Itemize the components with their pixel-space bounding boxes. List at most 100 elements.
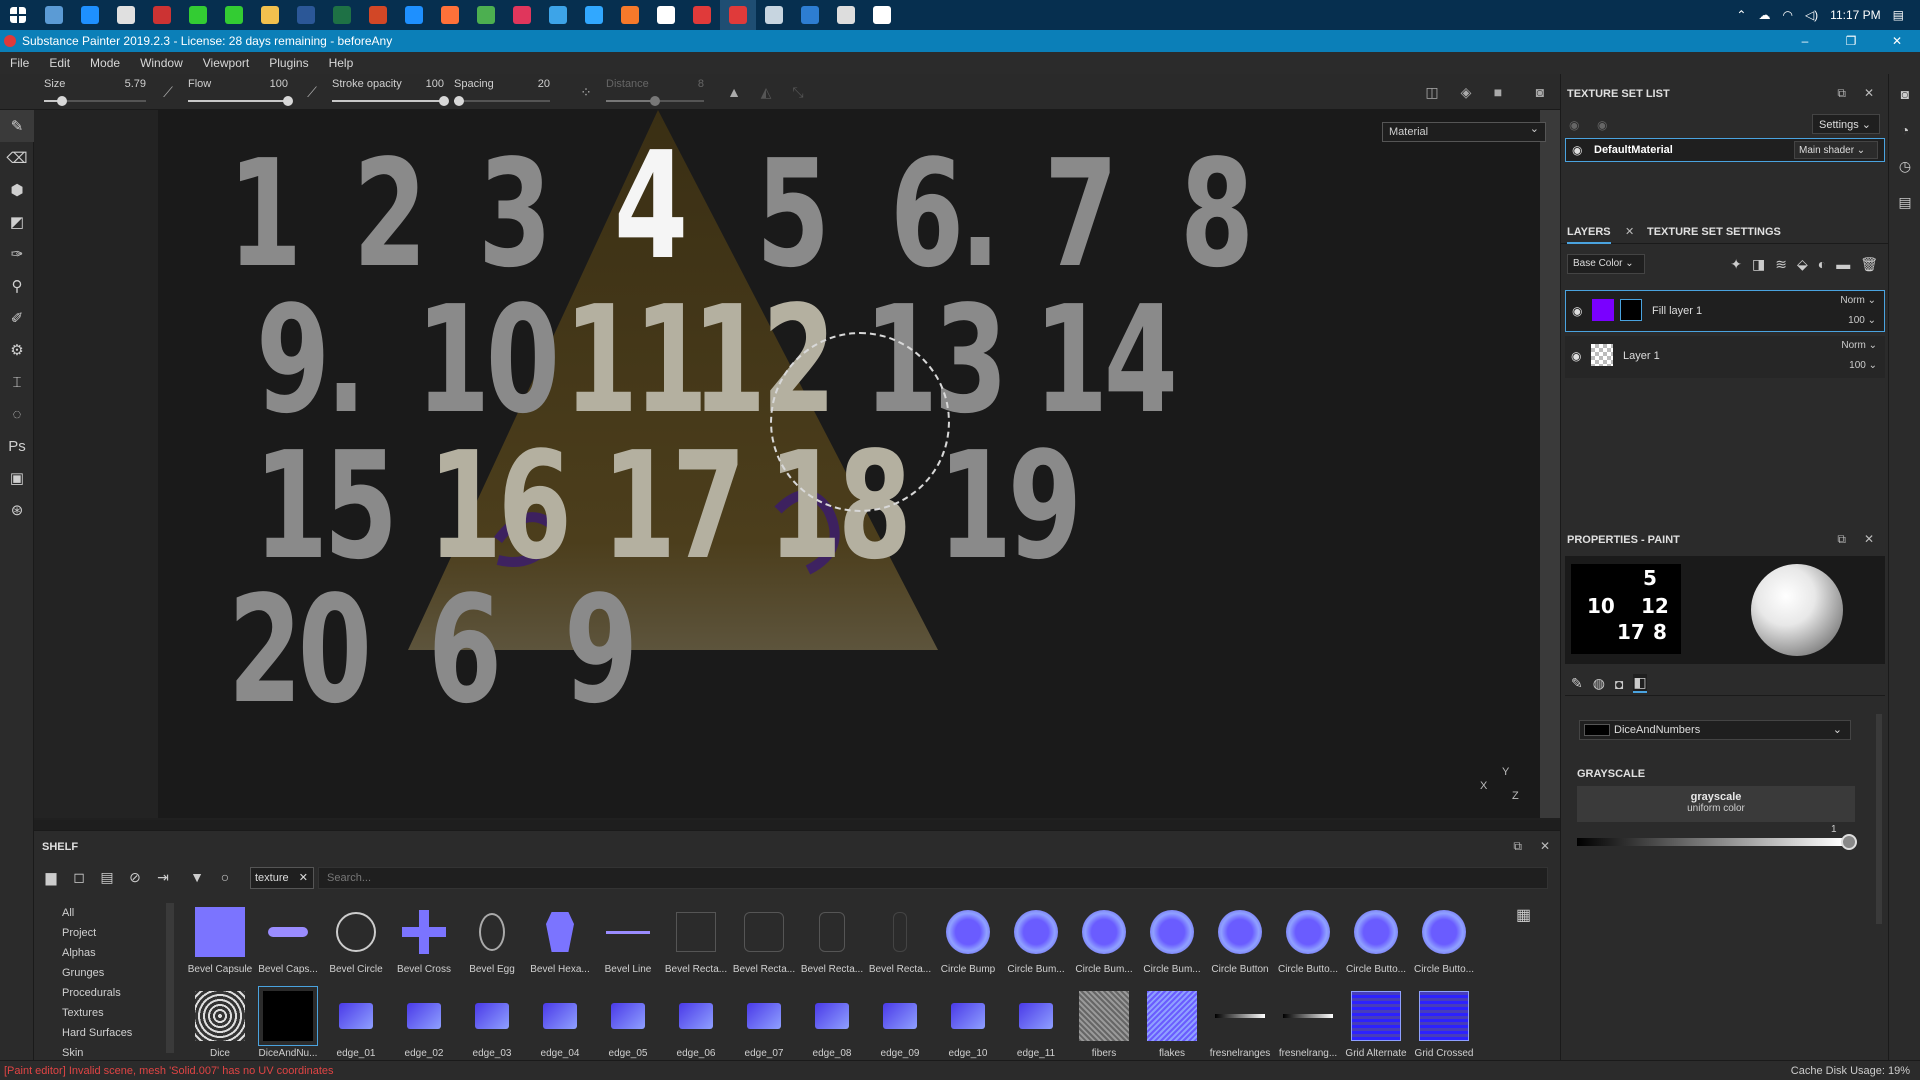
shelf-item[interactable]: edge_11 xyxy=(1002,987,1070,1065)
steam-icon[interactable] xyxy=(756,0,792,30)
eye-icon[interactable]: ◉ xyxy=(1571,349,1581,363)
shelf-item[interactable]: fresnelranges xyxy=(1206,987,1274,1065)
paint-brush-icon[interactable]: ✎ xyxy=(0,110,34,142)
minimize-button[interactable]: – xyxy=(1782,30,1828,52)
app-icon[interactable] xyxy=(828,0,864,30)
grayscale-source-button[interactable]: grayscale uniform color xyxy=(1577,786,1855,822)
close-icon[interactable]: ✕ xyxy=(1864,532,1874,547)
distance-value[interactable]: 8 xyxy=(698,78,704,90)
shelf-item[interactable]: Bevel Capsule xyxy=(186,903,254,981)
folder-icon[interactable]: ▆ xyxy=(40,866,62,888)
shelf-search-input[interactable]: Search... xyxy=(318,867,1548,889)
effects-icon[interactable]: ✦ xyxy=(1730,256,1742,273)
smudge-icon[interactable]: ✑ xyxy=(0,238,34,270)
spacing-value[interactable]: 20 xyxy=(538,78,550,90)
app-icon[interactable] xyxy=(72,0,108,30)
shelf-item[interactable]: Bevel Egg xyxy=(458,903,526,981)
camera-icon[interactable]: ■ xyxy=(1488,82,1508,102)
slider-knob[interactable] xyxy=(439,96,449,106)
app-icon[interactable] xyxy=(144,0,180,30)
hide-icon[interactable]: ⊘ xyxy=(124,866,146,888)
menu-mode[interactable]: Mode xyxy=(80,56,130,70)
pen-pressure-icon[interactable]: ⟋ xyxy=(302,82,322,102)
filter-icon[interactable]: ▼ xyxy=(186,866,208,888)
add-mask-icon[interactable]: ◨ xyxy=(1752,256,1765,273)
shelf-item[interactable]: Grid Alternate xyxy=(1342,987,1410,1065)
projection-icon[interactable]: ⬢ xyxy=(0,174,34,206)
close-button[interactable]: ✕ xyxy=(1874,30,1920,52)
tab-texture-set-settings[interactable]: TEXTURE SET SETTINGS xyxy=(1647,226,1781,238)
add-fill-icon[interactable]: ⬙ xyxy=(1797,256,1808,273)
alpha-tab-icon[interactable]: ◍ xyxy=(1593,675,1605,692)
flow-slider[interactable]: Flow 100 xyxy=(188,78,293,106)
maximize-button[interactable]: ❐ xyxy=(1828,30,1874,52)
float-panel-icon[interactable]: ⧉ xyxy=(1513,839,1522,854)
blend-mode-dropdown[interactable]: Norm ⌄ xyxy=(1840,295,1876,306)
camera-split-icon[interactable]: ◫ xyxy=(1422,82,1442,102)
lazy-mouse-icon[interactable]: ⁘ xyxy=(576,82,596,102)
firefox-icon[interactable] xyxy=(432,0,468,30)
menu-help[interactable]: Help xyxy=(319,56,364,70)
viewport-mode-select[interactable]: Material xyxy=(1382,122,1546,142)
app-icon[interactable] xyxy=(864,0,900,30)
unity-icon[interactable] xyxy=(648,0,684,30)
viewport[interactable]: 1 2 3 4 5 6. 7 8 9. 10 11 12 13 14 15 16 17 18 19 20 6 9 Mate… xyxy=(34,110,1560,820)
shelf-item[interactable]: edge_05 xyxy=(594,987,662,1065)
transform-icon[interactable]: ⤡ xyxy=(788,82,808,102)
brush-tab-icon[interactable]: ✎ xyxy=(1571,675,1583,692)
float-panel-icon[interactable]: ⧉ xyxy=(1837,532,1846,547)
shelf-category[interactable]: Project xyxy=(50,923,160,943)
render-icon[interactable]: ◌ xyxy=(0,398,34,430)
shelf-item[interactable]: fresnelrang... xyxy=(1274,987,1342,1065)
layer-row-paint-layer[interactable]: ◉ Layer 1 Norm ⌄ 100 ⌄ xyxy=(1565,336,1885,378)
clone-stamp-icon[interactable]: ⚲ xyxy=(0,270,34,302)
polygon-fill-icon[interactable]: ◩ xyxy=(0,206,34,238)
shelf-item[interactable]: edge_08 xyxy=(798,987,866,1065)
shelf-item[interactable]: Bevel Recta... xyxy=(866,903,934,981)
display-settings-icon[interactable]: ◔ xyxy=(1889,114,1920,146)
shelf-item[interactable]: Bevel Line xyxy=(594,903,662,981)
settings-dropdown[interactable]: Settings ⌄ xyxy=(1812,114,1880,134)
blender-icon[interactable] xyxy=(612,0,648,30)
slider-knob[interactable] xyxy=(650,96,660,106)
app-icon[interactable] xyxy=(792,0,828,30)
add-folder-icon[interactable]: ▬ xyxy=(1836,256,1850,273)
eraser-icon[interactable]: ⌫ xyxy=(0,142,34,174)
app-icon[interactable] xyxy=(36,0,72,30)
shelf-item[interactable]: Circle Butto... xyxy=(1342,903,1410,981)
layer-mask-thumbnail[interactable] xyxy=(1620,299,1642,321)
shelf-item[interactable]: Circle Bump xyxy=(934,903,1002,981)
chevron-up-icon[interactable]: ⌃ xyxy=(1736,8,1746,22)
eye-icon[interactable]: ◉ xyxy=(1572,304,1582,318)
close-tab-icon[interactable]: ✕ xyxy=(1625,225,1634,238)
pen-pressure-icon[interactable]: ⟋ xyxy=(158,82,178,102)
shelf-item[interactable]: edge_07 xyxy=(730,987,798,1065)
stencil-icon[interactable]: ◭ xyxy=(756,82,776,102)
stencil-tab-icon[interactable]: ◘ xyxy=(1615,676,1623,692)
cube-view-icon[interactable]: ◈ xyxy=(1456,82,1476,102)
stroke-opacity-value[interactable]: 100 xyxy=(426,78,444,90)
slider-knob[interactable] xyxy=(453,96,464,106)
shelf-item[interactable]: Bevel Cross xyxy=(390,903,458,981)
delete-icon[interactable]: 🗑 xyxy=(1860,256,1878,273)
shelf-item[interactable]: edge_06 xyxy=(662,987,730,1065)
menu-edit[interactable]: Edit xyxy=(39,56,80,70)
material-tab-icon[interactable]: ◧ xyxy=(1633,674,1647,693)
app-icon[interactable] xyxy=(216,0,252,30)
clock[interactable]: 11:17 PM xyxy=(1830,8,1880,22)
remove-filter-icon[interactable]: ✕ xyxy=(299,871,308,884)
blend-mode-dropdown[interactable]: Norm ⌄ xyxy=(1841,340,1877,351)
refresh-icon[interactable]: ○ xyxy=(214,866,236,888)
opacity-value[interactable]: 100 ⌄ xyxy=(1849,360,1877,371)
new-folder-icon[interactable]: ◻ xyxy=(68,866,90,888)
menu-window[interactable]: Window xyxy=(130,56,193,70)
shelf-item[interactable]: Bevel Hexa... xyxy=(526,903,594,981)
bake-icon[interactable]: ⚙ xyxy=(0,334,34,366)
eye-icon[interactable]: ◉ xyxy=(1572,143,1582,157)
texture-dropdown[interactable]: DiceAndNumbers ⌄ xyxy=(1579,720,1851,740)
shelf-item[interactable]: Bevel Recta... xyxy=(730,903,798,981)
screenshot-icon[interactable]: ◙ xyxy=(1530,82,1550,102)
chrome-icon[interactable] xyxy=(468,0,504,30)
word-icon[interactable] xyxy=(288,0,324,30)
grayscale-slider[interactable] xyxy=(1577,838,1843,846)
